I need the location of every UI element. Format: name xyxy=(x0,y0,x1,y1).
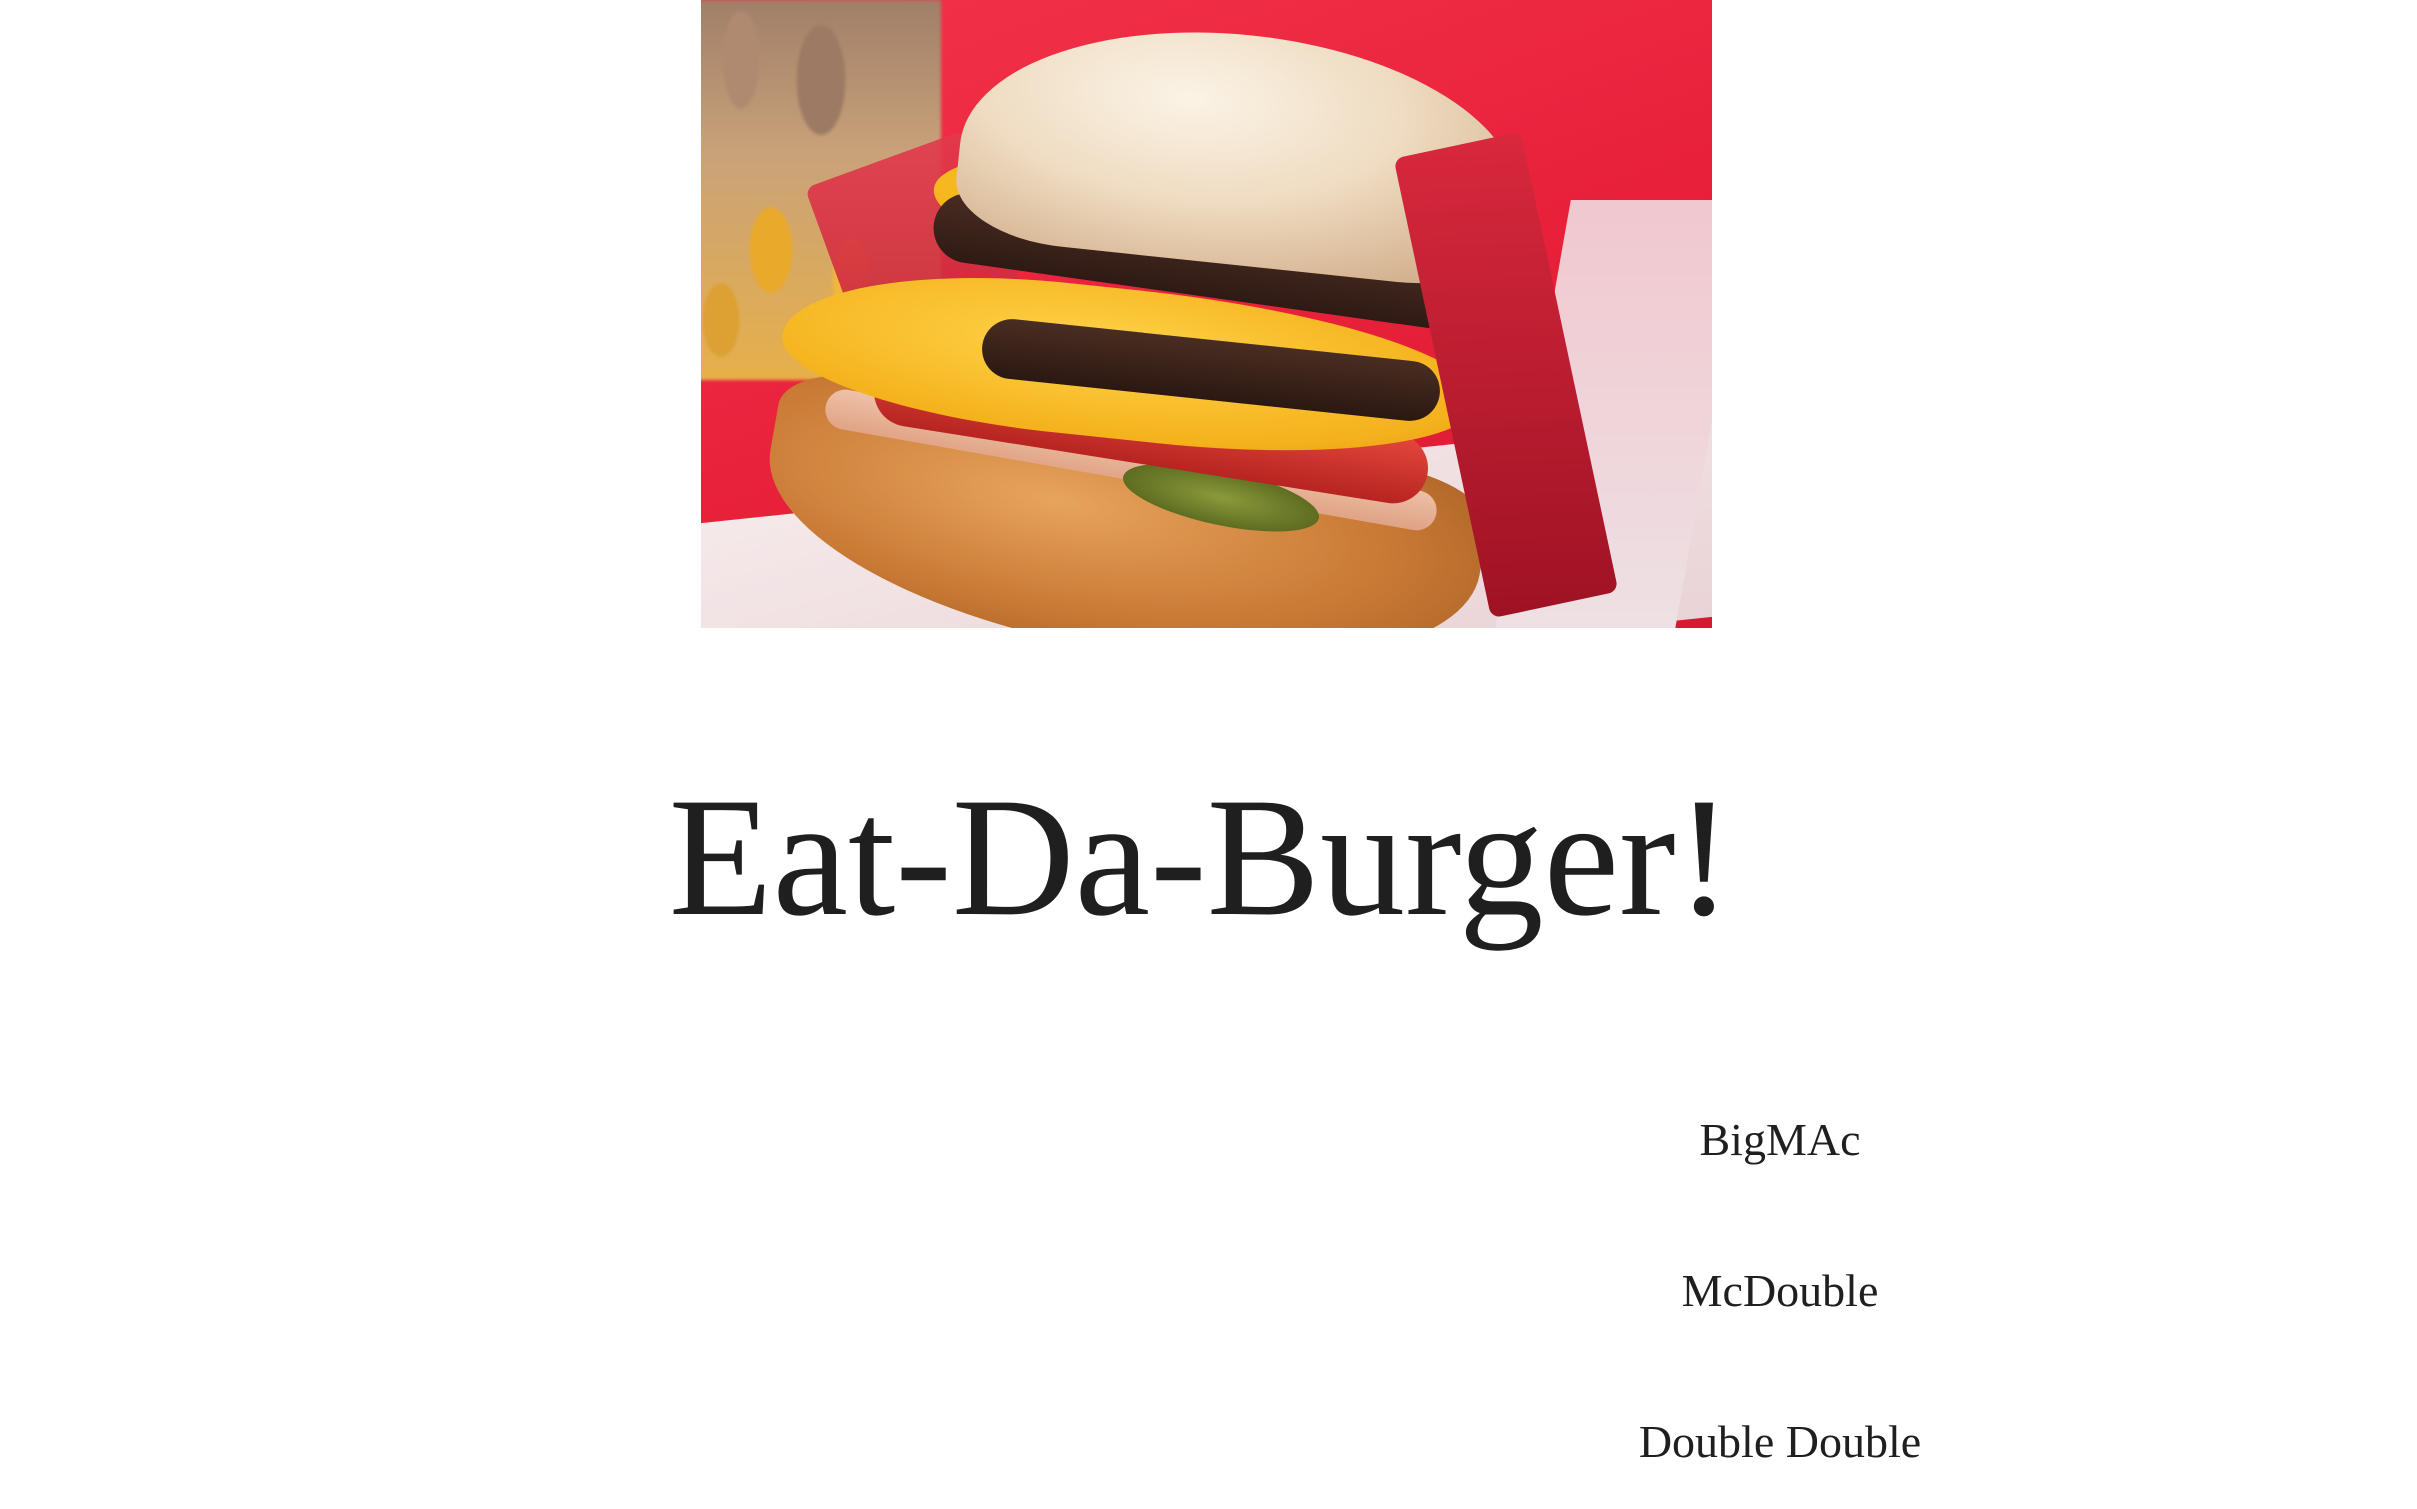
burger-list: BigMAc McDouble Double Double xyxy=(1580,1110,1980,1509)
burger-hero-image xyxy=(701,0,1712,628)
page-title-text: Eat-Da-Burger! xyxy=(668,763,1733,951)
burger-item-double-double[interactable]: Double Double xyxy=(1580,1412,1980,1472)
page: Eat-Da-Burger! BigMAc McDouble Double Do… xyxy=(0,0,2417,1509)
burger-item-bigmac[interactable]: BigMAc xyxy=(1580,1110,1980,1170)
burger-item-mcdouble[interactable]: McDouble xyxy=(1580,1261,1980,1321)
page-title: Eat-Da-Burger! xyxy=(0,757,2417,957)
